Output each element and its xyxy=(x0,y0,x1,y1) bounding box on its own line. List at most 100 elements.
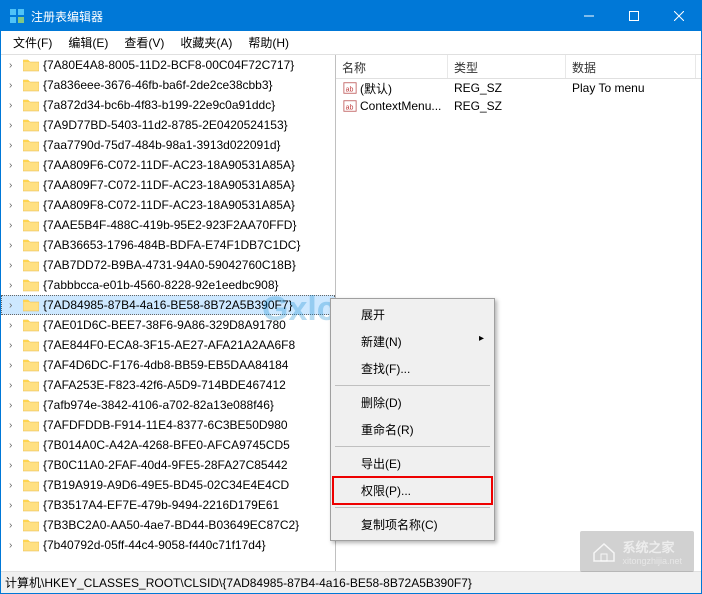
expand-icon[interactable]: › xyxy=(9,240,21,251)
tree-item-label: {7a836eee-3676-46fb-ba6f-2de2ce38cbb3} xyxy=(43,78,273,92)
menu-file[interactable]: 文件(F) xyxy=(5,31,60,54)
app-icon xyxy=(9,8,25,24)
expand-icon[interactable]: › xyxy=(9,120,21,131)
folder-icon xyxy=(23,318,39,332)
tree-item-label: {7abbbcca-e01b-4560-8228-92e1eedbc908} xyxy=(43,278,279,292)
expand-icon[interactable]: › xyxy=(9,440,21,451)
folder-icon xyxy=(23,258,39,272)
tree-item[interactable]: ›{7AF4D6DC-F176-4db8-BB59-EB5DAA84184 xyxy=(1,355,335,375)
col-name[interactable]: 名称 xyxy=(336,55,448,78)
tree-item[interactable]: ›{7B0C11A0-2FAF-40d4-9FE5-28FA27C85442 xyxy=(1,455,335,475)
tree-item[interactable]: ›{7AA809F6-C072-11DF-AC23-18A90531A85A} xyxy=(1,155,335,175)
folder-icon xyxy=(23,138,39,152)
tree-panel[interactable]: ›{7A80E4A8-8005-11D2-BCF8-00C04F72C717}›… xyxy=(1,55,336,571)
tree-item[interactable]: › {7AD84985-87B4-4a16-BE58-8B72A5B390F7} xyxy=(1,295,335,315)
tree-item[interactable]: › {7A80E4A8-8005-11D2-BCF8-00C04F72C717} xyxy=(1,55,335,75)
expand-icon[interactable]: › xyxy=(9,320,21,331)
expand-icon[interactable]: › xyxy=(9,520,21,531)
tree-item[interactable]: › {7b40792d-05ff-44c4-9058-f440c71f17d4} xyxy=(1,535,335,555)
expand-icon[interactable]: › xyxy=(9,460,21,471)
expand-icon[interactable]: › xyxy=(9,280,21,291)
menu-help[interactable]: 帮助(H) xyxy=(240,31,297,54)
expand-icon[interactable]: › xyxy=(9,80,21,91)
folder-icon xyxy=(23,178,39,192)
menu-edit[interactable]: 编辑(E) xyxy=(60,31,116,54)
tree-item[interactable]: › {7abbbcca-e01b-4560-8228-92e1eedbc908} xyxy=(1,275,335,295)
expand-icon[interactable]: › xyxy=(9,220,21,231)
expand-icon[interactable]: › xyxy=(9,360,21,371)
statusbar: 计算机\HKEY_CLASSES_ROOT\CLSID\{7AD84985-87… xyxy=(1,571,701,593)
string-value-icon: ab xyxy=(342,98,358,114)
tree-item[interactable]: ›{7A9D77BD-5403-11d2-8785-2E0420524153} xyxy=(1,115,335,135)
context-menu-item[interactable]: 展开 xyxy=(333,301,492,328)
maximize-button[interactable] xyxy=(611,1,656,31)
expand-icon[interactable]: › xyxy=(9,340,21,351)
expand-icon[interactable]: › xyxy=(9,140,21,151)
minimize-button[interactable] xyxy=(566,1,611,31)
tree-item[interactable]: ›{7afb974e-3842-4106-a702-82a13e088f46} xyxy=(1,395,335,415)
tree-item-label: {7AAE5B4F-488C-419b-95E2-923F2AA70FFD} xyxy=(43,218,296,232)
expand-icon[interactable]: › xyxy=(9,380,21,391)
context-menu-item[interactable]: 权限(P)... xyxy=(333,477,492,504)
tree-item[interactable]: › {7a872d34-bc6b-4f83-b199-22e9c0a91ddc} xyxy=(1,95,335,115)
folder-icon xyxy=(23,238,39,252)
context-menu-item[interactable]: 删除(D) xyxy=(333,389,492,416)
tree-item[interactable]: ›{7B014A0C-A42A-4268-BFE0-AFCA9745CD5 xyxy=(1,435,335,455)
tree-item[interactable]: › {7AAE5B4F-488C-419b-95E2-923F2AA70FFD} xyxy=(1,215,335,235)
tree-item[interactable]: ›{7AFDFDDB-F914-11E4-8377-6C3BE50D980 xyxy=(1,415,335,435)
context-menu: 展开新建(N)查找(F)... 删除(D)重命名(R) 导出(E)权限(P)... 复… xyxy=(330,298,495,541)
tree-item[interactable]: › {7AB36653-1796-484B-BDFA-E74F1DB7C1DC} xyxy=(1,235,335,255)
expand-icon[interactable]: › xyxy=(9,60,21,71)
list-header: 名称 类型 数据 xyxy=(336,55,701,79)
tree-item[interactable]: ›{7AE01D6C-BEE7-38F6-9A86-329D8A91780 xyxy=(1,315,335,335)
expand-icon[interactable]: › xyxy=(9,260,21,271)
expand-icon[interactable]: › xyxy=(9,500,21,511)
context-menu-item[interactable]: 新建(N) xyxy=(333,328,492,355)
folder-icon xyxy=(23,338,39,352)
tree-item-label: {7AA809F8-C072-11DF-AC23-18A90531A85A} xyxy=(43,198,295,212)
folder-icon xyxy=(23,438,39,452)
col-data[interactable]: 数据 xyxy=(566,55,696,78)
tree-item[interactable]: ›{7AA809F7-C072-11DF-AC23-18A90531A85A} xyxy=(1,175,335,195)
expand-icon[interactable]: › xyxy=(9,400,21,411)
tree-item[interactable]: › {7AFA253E-F823-42f6-A5D9-714BDE467412 xyxy=(1,375,335,395)
expand-icon[interactable]: › xyxy=(9,300,21,311)
expand-icon[interactable]: › xyxy=(9,200,21,211)
tree-item[interactable]: › {7a836eee-3676-46fb-ba6f-2de2ce38cbb3} xyxy=(1,75,335,95)
expand-icon[interactable]: › xyxy=(9,100,21,111)
menu-view[interactable]: 查看(V) xyxy=(116,31,172,54)
folder-icon xyxy=(23,298,39,312)
menu-favorites[interactable]: 收藏夹(A) xyxy=(172,31,240,54)
folder-icon xyxy=(23,458,39,472)
tree-item[interactable]: › {7B3BC2A0-AA50-4ae7-BD44-B03649EC87C2} xyxy=(1,515,335,535)
expand-icon[interactable]: › xyxy=(9,420,21,431)
tree-item[interactable]: › {7AA809F8-C072-11DF-AC23-18A90531A85A} xyxy=(1,195,335,215)
context-menu-item[interactable]: 重命名(R) xyxy=(333,416,492,443)
close-button[interactable] xyxy=(656,1,701,31)
tree-item-label: {7B3BC2A0-AA50-4ae7-BD44-B03649EC87C2} xyxy=(43,518,299,532)
tree-item-label: {7AD84985-87B4-4a16-BE58-8B72A5B390F7} xyxy=(43,298,293,312)
tree-item[interactable]: ›{7B3517A4-EF7E-479b-9494-2216D179E61 xyxy=(1,495,335,515)
tree-item[interactable]: ›{7AB7DD72-B9BA-4731-94A0-59042760C18B} xyxy=(1,255,335,275)
context-menu-item[interactable]: 复制项名称(C) xyxy=(333,511,492,538)
tree-item-label: {7A80E4A8-8005-11D2-BCF8-00C04F72C717} xyxy=(43,58,294,72)
tree-item-label: {7AFA253E-F823-42f6-A5D9-714BDE467412 xyxy=(43,378,286,392)
window-title: 注册表编辑器 xyxy=(31,8,566,25)
window-controls xyxy=(566,1,701,31)
tree-item[interactable]: ›{7B19A919-A9D6-49E5-BD45-02C34E4E4CD xyxy=(1,475,335,495)
expand-icon[interactable]: › xyxy=(9,160,21,171)
expand-icon[interactable]: › xyxy=(9,540,21,551)
tree-item-label: {7a872d34-bc6b-4f83-b199-22e9c0a91ddc} xyxy=(43,98,275,112)
tree-item-label: {7AB36653-1796-484B-BDFA-E74F1DB7C1DC} xyxy=(43,238,300,252)
list-row[interactable]: ab(默认)REG_SZPlay To menu xyxy=(336,79,701,97)
expand-icon[interactable]: › xyxy=(9,480,21,491)
tree-item[interactable]: › {7AE844F0-ECA8-3F15-AE27-AFA21A2AA6F8 xyxy=(1,335,335,355)
col-type[interactable]: 类型 xyxy=(448,55,566,78)
context-menu-item[interactable]: 查找(F)... xyxy=(333,355,492,382)
tree-item-label: {7b40792d-05ff-44c4-9058-f440c71f17d4} xyxy=(43,538,266,552)
tree-item[interactable]: ›{7aa7790d-75d7-484b-98a1-3913d022091d} xyxy=(1,135,335,155)
tree-item-label: {7AE844F0-ECA8-3F15-AE27-AFA21A2AA6F8 xyxy=(43,338,295,352)
expand-icon[interactable]: › xyxy=(9,180,21,191)
list-row[interactable]: abContextMenu...REG_SZ xyxy=(336,97,701,115)
context-menu-item[interactable]: 导出(E) xyxy=(333,450,492,477)
